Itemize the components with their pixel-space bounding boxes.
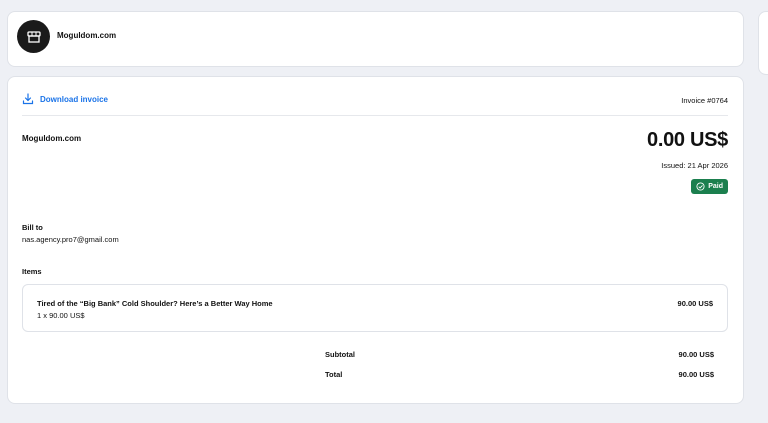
subtotal-value: 90.00 US$	[678, 350, 714, 359]
subtotal-label: Subtotal	[325, 350, 355, 359]
total-label: Total	[325, 370, 343, 379]
invoice-card: Download invoice Invoice #0764 Moguldom.…	[7, 76, 744, 404]
side-panel	[758, 11, 768, 75]
download-invoice-button[interactable]: Download invoice	[22, 93, 108, 105]
status-label: Paid	[708, 183, 723, 190]
bill-to-label: Bill to	[22, 223, 43, 232]
subtotal-row: Subtotal 90.00 US$	[325, 350, 714, 359]
seller-name: Moguldom.com	[22, 134, 82, 143]
download-invoice-label: Download invoice	[40, 94, 109, 104]
item-price: 90.00 US$	[677, 299, 713, 308]
total-value: 90.00 US$	[678, 370, 714, 379]
items-label: Items	[22, 267, 42, 276]
store-name: Moguldom.com	[57, 31, 117, 40]
store-header: Moguldom.com	[7, 11, 744, 67]
status-badge: Paid	[691, 179, 728, 194]
total-row: Total 90.00 US$	[325, 370, 714, 379]
item-title: Tired of the “Big Bank” Cold Shoulder? H…	[37, 299, 273, 308]
item-quantity: 1 x 90.00 US$	[37, 311, 85, 320]
issued-date: Issued: 21 Apr 2026	[661, 161, 728, 170]
store-logo	[17, 20, 50, 53]
divider	[22, 115, 728, 116]
invoice-amount: 0.00 US$	[647, 129, 728, 151]
store-icon	[26, 30, 41, 43]
check-circle-icon	[696, 182, 705, 191]
bill-to-email: nas.agency.pro7@gmail.com	[22, 235, 119, 244]
list-item: Tired of the “Big Bank” Cold Shoulder? H…	[22, 284, 728, 332]
invoice-number: Invoice #0764	[681, 96, 728, 105]
download-icon	[22, 93, 34, 105]
